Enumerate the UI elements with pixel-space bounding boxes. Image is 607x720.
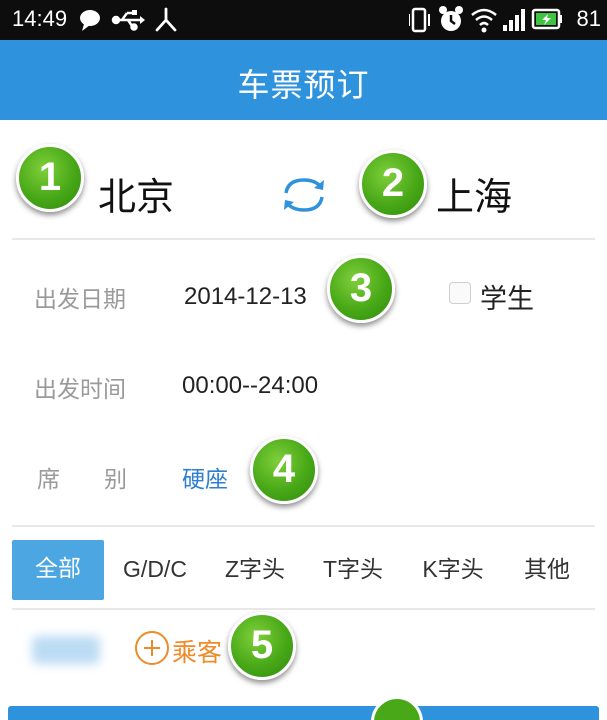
- status-time: 14:49: [12, 6, 68, 31]
- from-city[interactable]: 北京: [98, 166, 174, 221]
- callout-badge-4: 4: [250, 436, 318, 504]
- usb-icon: [111, 10, 145, 31]
- callout-badge-6-partial: [371, 696, 423, 720]
- swap-arrows-icon: [284, 178, 324, 212]
- tab-t[interactable]: T字头: [308, 540, 398, 600]
- vibrate-icon: [408, 7, 430, 33]
- tab-gdc[interactable]: G/D/C: [110, 540, 200, 600]
- swap-button[interactable]: [280, 175, 328, 215]
- submit-bar[interactable]: [8, 706, 599, 720]
- status-left-icons: [78, 6, 188, 38]
- callout-badge-2: 2: [359, 150, 427, 218]
- passenger-name-blurred[interactable]: [32, 636, 100, 664]
- add-passenger-label: 乘客: [172, 638, 223, 667]
- callout-badge-3: 3: [327, 255, 395, 323]
- battery-percent: 81: [576, 6, 601, 31]
- seat-value[interactable]: 硬座: [182, 460, 228, 494]
- date-label: 出发日期: [34, 287, 126, 313]
- signal-icon: [503, 9, 525, 31]
- divider: [12, 608, 595, 610]
- tab-k[interactable]: K字头: [408, 540, 498, 600]
- time-value[interactable]: 00:00--24:00: [182, 372, 318, 400]
- page-title: 车票预订: [237, 66, 370, 104]
- notification-icons: [80, 7, 177, 32]
- plus-circle-icon: [135, 631, 169, 665]
- status-bar: 14:49 81: [0, 0, 607, 40]
- student-label[interactable]: 学生: [480, 277, 534, 316]
- callout-badge-5: 5: [228, 612, 296, 680]
- tab-z[interactable]: Z字头: [210, 540, 300, 600]
- seat-label-char-2: 别: [104, 467, 127, 493]
- wifi-icon: [471, 8, 497, 33]
- battery-icon: [531, 8, 562, 30]
- to-city[interactable]: 上海: [436, 166, 512, 221]
- system-icons: [408, 6, 562, 33]
- callout-badge-1: 1: [16, 144, 84, 212]
- alarm-icon: [439, 6, 463, 31]
- tab-other[interactable]: 其他: [502, 540, 592, 600]
- date-value[interactable]: 2014-12-13: [184, 283, 307, 311]
- student-checkbox[interactable]: [449, 282, 471, 304]
- divider: [12, 238, 595, 240]
- chat-bubble-icon: [80, 10, 100, 31]
- status-right-icons: [408, 5, 599, 39]
- divider: [12, 525, 595, 527]
- seat-label-char-1: 席: [37, 467, 60, 493]
- title-bar: 车票预订: [0, 40, 607, 120]
- tab-all[interactable]: 全部: [12, 540, 104, 600]
- debug-icon: [155, 7, 177, 32]
- time-label: 出发时间: [34, 377, 126, 403]
